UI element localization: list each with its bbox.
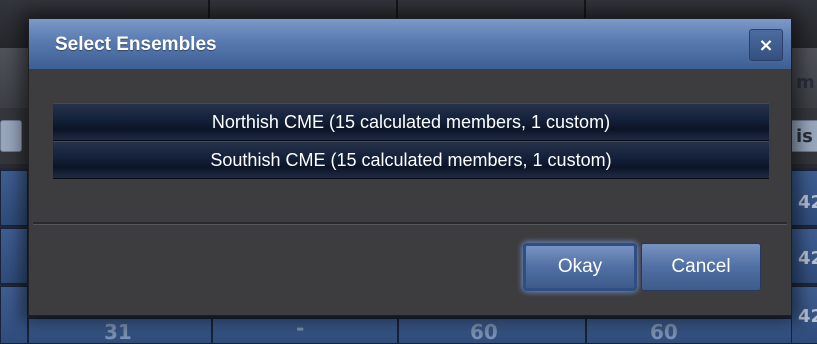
grid-cell[interactable] [212,318,398,344]
dialog-titlebar[interactable]: Select Ensembles × [29,19,791,70]
grid-cell-value: 42 [798,306,817,327]
close-button[interactable]: × [749,29,783,61]
background-filter-box[interactable] [0,120,22,152]
select-ensembles-dialog: Select Ensembles × Northish CME (15 calc… [28,18,792,316]
grid-cell-value: 42 [798,192,817,213]
okay-button[interactable]: Okay [523,243,637,291]
toolbar-divider [208,0,210,20]
dialog-divider [33,222,787,225]
grid-cell-value: 31 [104,320,132,344]
filter-edge-text: is [796,126,813,147]
grid-cell[interactable] [586,318,792,344]
cancel-button[interactable]: Cancel [641,243,761,291]
grid-cell[interactable] [0,228,28,284]
grid-cell-value: 60 [470,320,498,344]
toolbar-divider [584,0,586,20]
toolbar-divider [396,0,398,20]
grid-cell-value: 42 [798,248,817,269]
grid-cell-value: 60 [650,320,678,344]
header-edge-text: m [796,72,815,93]
close-icon: × [758,34,774,56]
grid-cell[interactable] [0,286,28,344]
ensemble-item-southish[interactable]: Southish CME (15 calculated members, 1 c… [53,141,769,179]
dialog-title: Select Ensembles [55,34,217,55]
ensemble-item-northish[interactable]: Northish CME (15 calculated members, 1 c… [53,103,769,141]
grid-cell-value: - [296,316,305,340]
ensemble-list: Northish CME (15 calculated members, 1 c… [53,103,769,179]
grid-cell[interactable] [0,170,28,226]
